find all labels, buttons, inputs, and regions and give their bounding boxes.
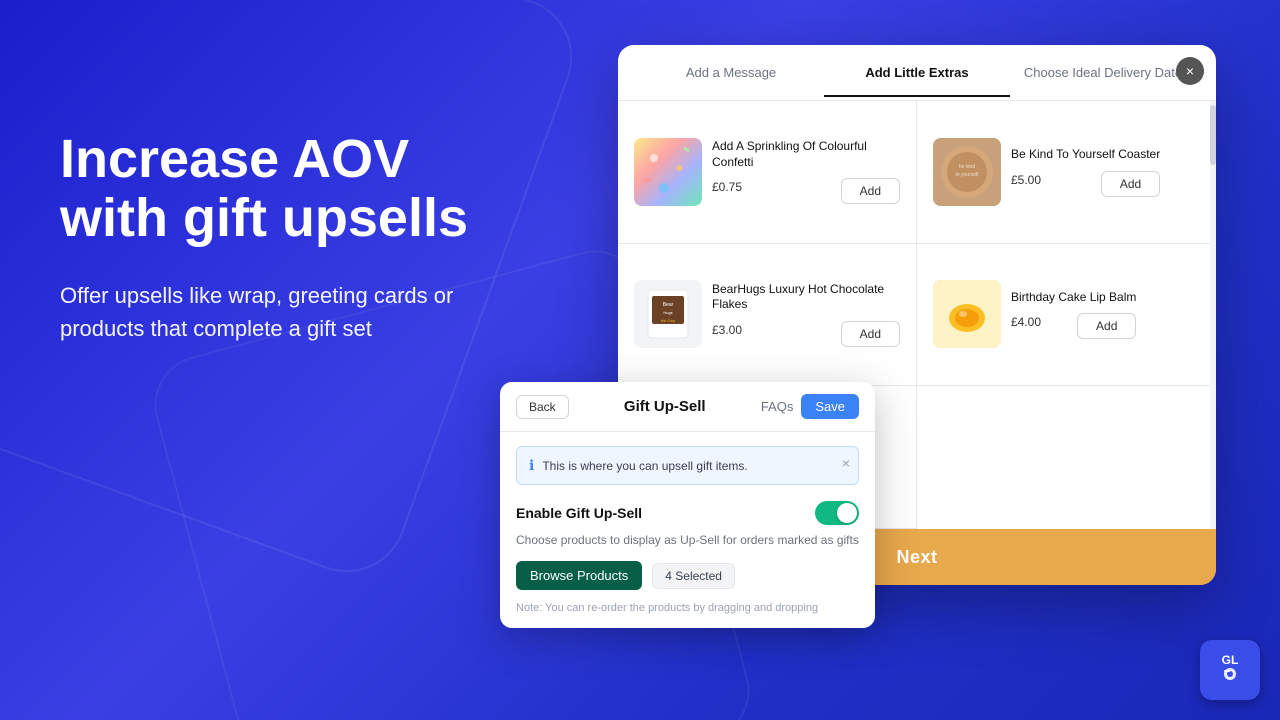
product-info-lipbalm: Birthday Cake Lip Balm £4.00 Add [1011, 290, 1136, 340]
product-price-chocolate: £3.00 [712, 323, 742, 337]
browse-products-button[interactable]: Browse Products [516, 561, 642, 590]
product-card-lipbalm: Birthday Cake Lip Balm £4.00 Add [917, 244, 1216, 387]
product-image-confetti [634, 138, 702, 206]
product-image-coaster: be kind to yourself [933, 138, 1001, 206]
gl-logo-icon: GL [1208, 646, 1252, 690]
gift-panel-title: Gift Up-Sell [624, 398, 706, 415]
product-price-coaster: £5.00 [1011, 173, 1041, 187]
tab-delivery-date[interactable]: Choose Ideal Delivery Date [1010, 49, 1196, 96]
toggle-row: Enable Gift Up-Sell [516, 501, 859, 525]
add-button-lipbalm[interactable]: Add [1077, 313, 1136, 339]
svg-text:Bear: Bear [663, 302, 674, 308]
add-button-chocolate[interactable]: Add [841, 321, 900, 347]
product-image-lipbalm [933, 280, 1001, 348]
enable-toggle[interactable] [815, 501, 859, 525]
back-button[interactable]: Back [516, 395, 569, 419]
product-info-coaster: Be Kind To Yourself Coaster £5.00 Add [1011, 147, 1160, 197]
product-info-confetti: Add A Sprinkling Of Colourful Confetti £… [712, 139, 900, 204]
subtext: Offer upsells like wrap, greeting cards … [60, 279, 520, 345]
product-image-chocolate: Bear Hugs Hot Choc [634, 280, 702, 348]
product-name-confetti: Add A Sprinkling Of Colourful Confetti [712, 139, 900, 170]
svg-text:to yourself: to yourself [955, 172, 979, 178]
add-button-confetti[interactable]: Add [841, 178, 900, 204]
gift-upsell-panel: Back Gift Up-Sell FAQs Save ℹ This is wh… [500, 382, 875, 628]
gift-panel-header: Back Gift Up-Sell FAQs Save [500, 382, 875, 432]
svg-text:Hugs: Hugs [663, 310, 672, 315]
product-card-coaster: be kind to yourself Be Kind To Yourself … [917, 101, 1216, 244]
left-panel: Increase AOV with gift upsells Offer ups… [60, 130, 520, 345]
toggle-description: Choose products to display as Up-Sell fo… [516, 533, 859, 547]
save-button[interactable]: Save [801, 394, 859, 419]
scroll-indicator [1210, 101, 1216, 529]
tab-add-extras[interactable]: Add Little Extras [824, 49, 1010, 96]
svg-text:Hot Choc: Hot Choc [661, 319, 676, 323]
product-info-chocolate: BearHugs Luxury Hot Chocolate Flakes £3.… [712, 282, 900, 347]
info-banner-text: This is where you can upsell gift items. [542, 459, 846, 473]
info-banner: ℹ This is where you can upsell gift item… [516, 446, 859, 485]
info-icon: ℹ [529, 457, 534, 474]
note-text: Note: You can re-order the products by d… [516, 602, 859, 614]
selected-badge: 4 Selected [652, 563, 735, 589]
add-button-coaster[interactable]: Add [1101, 171, 1160, 197]
product-name-lipbalm: Birthday Cake Lip Balm [1011, 290, 1136, 306]
product-price-confetti: £0.75 [712, 180, 742, 194]
modal-close-button[interactable]: × [1176, 57, 1204, 85]
product-name-chocolate: BearHugs Luxury Hot Chocolate Flakes [712, 282, 900, 313]
toggle-label: Enable Gift Up-Sell [516, 505, 642, 521]
faqs-button[interactable]: FAQs [761, 399, 794, 414]
product-card-chocolate: Bear Hugs Hot Choc BearHugs Luxury Hot C… [618, 244, 917, 387]
tab-add-message[interactable]: Add a Message [638, 49, 824, 96]
headline: Increase AOV with gift upsells [60, 130, 520, 249]
gift-panel-body: ℹ This is where you can upsell gift item… [500, 432, 875, 628]
svg-text:GL: GL [1222, 653, 1239, 667]
modal-tabs: Add a Message Add Little Extras Choose I… [618, 45, 1216, 101]
browse-row: Browse Products 4 Selected [516, 561, 859, 590]
gl-logo: GL [1200, 640, 1260, 700]
svg-text:be kind: be kind [959, 164, 975, 170]
gift-panel-actions: FAQs Save [761, 394, 859, 419]
toggle-knob [837, 503, 857, 523]
product-price-lipbalm: £4.00 [1011, 315, 1041, 329]
product-card-confetti: Add A Sprinkling Of Colourful Confetti £… [618, 101, 917, 244]
info-close-button[interactable]: × [842, 455, 850, 471]
scroll-thumb[interactable] [1210, 105, 1216, 165]
product-name-coaster: Be Kind To Yourself Coaster [1011, 147, 1160, 163]
